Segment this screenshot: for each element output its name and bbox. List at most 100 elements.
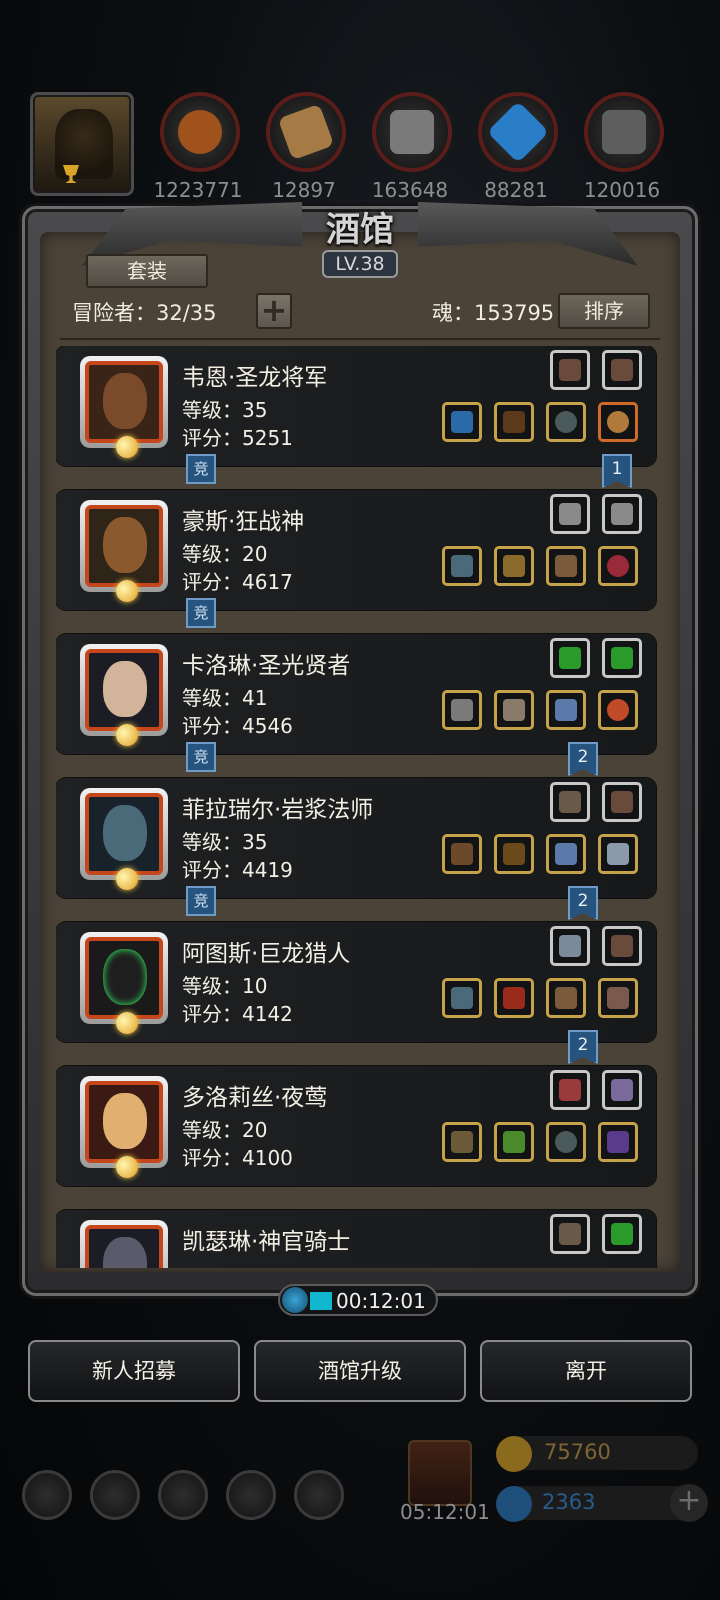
recruit-button[interactable]: 新人招募: [28, 1340, 240, 1402]
equipment-slot[interactable]: [550, 782, 590, 822]
equipment-slot[interactable]: [442, 978, 482, 1018]
timer-text: 00:12:01: [336, 1289, 426, 1313]
suit-button[interactable]: 套装: [86, 254, 208, 288]
mail-icon: [226, 1470, 276, 1520]
meat-resource[interactable]: [160, 92, 240, 172]
ruby-ring-icon: [607, 699, 629, 721]
hero-name: 卡洛琳·圣光贤者: [182, 653, 351, 679]
equipment-slot[interactable]: [546, 834, 586, 874]
equipment-slot[interactable]: [494, 1122, 534, 1162]
equipment-slot[interactable]: [546, 690, 586, 730]
equipment-slot[interactable]: [494, 978, 534, 1018]
hero-portrait[interactable]: [80, 1076, 168, 1178]
hero-card[interactable]: 阿图斯·巨龙猎人 等级：10 评分：4142: [56, 922, 656, 1042]
equipment-slot[interactable]: [550, 350, 590, 390]
player-avatar[interactable]: [30, 92, 134, 196]
add-adventurer-button[interactable]: +: [256, 293, 292, 329]
equipment-slot[interactable]: [598, 978, 638, 1018]
equipment-slot[interactable]: [598, 402, 638, 442]
hero-score: 评分：4617: [182, 570, 293, 594]
portrait-frame: [85, 937, 163, 1019]
hero-name: 凯瑟琳·神官骑士: [182, 1229, 351, 1255]
bracer-icon: [611, 935, 633, 957]
claw-icon: [607, 843, 629, 865]
equipment-slot[interactable]: [550, 494, 590, 534]
equipment-slot[interactable]: [442, 834, 482, 874]
equipment-slot[interactable]: [550, 638, 590, 678]
equipment-slot[interactable]: [598, 1122, 638, 1162]
gold-value: 75760: [544, 1440, 611, 1464]
hero-level: 等级：20: [182, 542, 268, 566]
portrait-frame: [85, 793, 163, 875]
meat-value: 1223771: [153, 178, 243, 202]
equipment-slot[interactable]: [598, 690, 638, 730]
hero-card[interactable]: 豪斯·狂战神 等级：20 评分：4617: [56, 490, 656, 610]
gem-icon: [496, 1486, 532, 1522]
wood-value: 12897: [272, 178, 336, 202]
crystal-resource[interactable]: [478, 92, 558, 172]
hero-score: 评分：4546: [182, 714, 293, 738]
equipment-slot[interactable]: [494, 834, 534, 874]
hero-score: 评分：4142: [182, 1002, 293, 1026]
adventurer-count: 冒险者：32/35: [72, 301, 217, 325]
arena-tag: 竞: [186, 886, 216, 916]
equipment-slot[interactable]: [442, 690, 482, 730]
bracer-icon: [559, 1079, 581, 1101]
hero-card[interactable]: 多洛莉丝·夜莺 等级：20 评分：4100: [56, 1066, 656, 1186]
equipment-slot[interactable]: [546, 546, 586, 586]
hero-list[interactable]: 韦恩·圣龙将军 等级：35 评分：5251 竞 1 豪斯·狂战神 等级：20 评…: [56, 346, 660, 1268]
equipment-slot[interactable]: [546, 1122, 586, 1162]
hero-portrait[interactable]: [80, 500, 168, 602]
arena-tag: 竞: [186, 598, 216, 628]
equipment-slot[interactable]: [598, 546, 638, 586]
robe-icon: [503, 411, 525, 433]
equipment-slot[interactable]: [602, 494, 642, 534]
scroll-icon: [559, 935, 581, 957]
soul-count: 魂：153795: [432, 301, 555, 325]
equipment-slot[interactable]: [494, 690, 534, 730]
hero-card[interactable]: 菲拉瑞尔·岩浆法师 等级：35 评分：4419: [56, 778, 656, 898]
steel-resource[interactable]: [584, 92, 664, 172]
equipment-slot[interactable]: [550, 926, 590, 966]
hero-portrait[interactable]: [80, 788, 168, 890]
sort-button[interactable]: 排序: [558, 293, 650, 329]
axe-emblem-icon: [611, 503, 633, 525]
equipment-slot[interactable]: [550, 1070, 590, 1110]
hero-portrait[interactable]: [80, 356, 168, 458]
equipment-slot[interactable]: [494, 546, 534, 586]
equipment-slot[interactable]: [602, 1214, 642, 1254]
hero-level: 等级：35: [182, 830, 268, 854]
equipment-slot[interactable]: [602, 638, 642, 678]
hero-name: 豪斯·狂战神: [182, 509, 305, 535]
hero-portrait[interactable]: [80, 932, 168, 1034]
skull-icon: [294, 1470, 344, 1520]
iron-resource[interactable]: [372, 92, 452, 172]
equipment-slot[interactable]: [598, 834, 638, 874]
hero-portrait[interactable]: [80, 644, 168, 746]
equipment-slot[interactable]: [602, 350, 642, 390]
hero-card[interactable]: 韦恩·圣龙将军 等级：35 评分：5251: [56, 346, 656, 466]
hero-face: [103, 1237, 147, 1268]
equipment-slot[interactable]: [550, 1214, 590, 1254]
ring-icon: [555, 1131, 577, 1153]
equipment-slot[interactable]: [602, 782, 642, 822]
timer-progress: [310, 1292, 332, 1310]
equipment-slot[interactable]: [442, 402, 482, 442]
equipment-slot[interactable]: [546, 978, 586, 1018]
bracer-icon: [559, 1223, 581, 1245]
equipment-slot[interactable]: [602, 1070, 642, 1110]
divider: [60, 338, 660, 340]
equipment-slot[interactable]: [442, 1122, 482, 1162]
equipment-slot[interactable]: [546, 402, 586, 442]
hero-portrait[interactable]: [80, 1220, 168, 1268]
upgrade-tavern-button[interactable]: 酒馆升级: [254, 1340, 466, 1402]
equipment-slot[interactable]: [494, 402, 534, 442]
steel-value: 120016: [583, 178, 661, 202]
leave-button[interactable]: 离开: [480, 1340, 692, 1402]
equipment-slot[interactable]: [602, 926, 642, 966]
hero-card[interactable]: 卡洛琳·圣光贤者 等级：41 评分：4546: [56, 634, 656, 754]
wood-resource[interactable]: [266, 92, 346, 172]
equipment-slot[interactable]: [442, 546, 482, 586]
hero-card[interactable]: 凯瑟琳·神官骑士: [56, 1210, 656, 1268]
moon-icon: [116, 1012, 138, 1034]
